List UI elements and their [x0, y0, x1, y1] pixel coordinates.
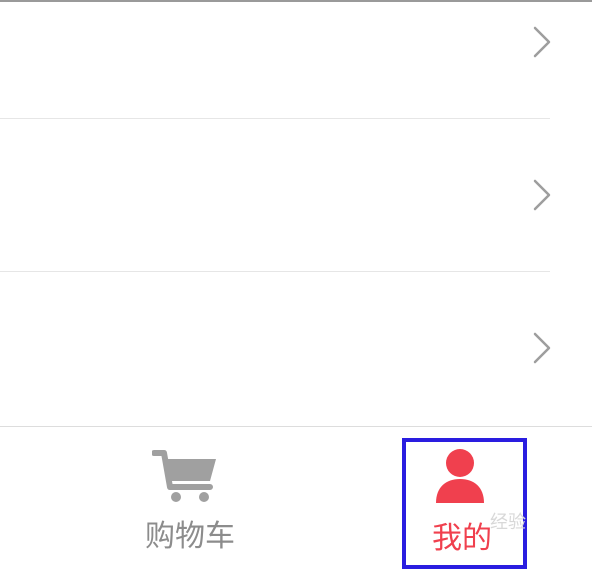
user-icon	[436, 449, 484, 503]
cart-icon	[152, 450, 216, 502]
chevron-right-icon	[533, 332, 551, 364]
chevron-right-icon	[533, 179, 551, 211]
tab-cart[interactable]: 购物车	[100, 427, 280, 572]
menu-row-2[interactable]	[0, 119, 592, 271]
tab-cart-label: 购物车	[145, 519, 235, 554]
tab-mine-label: 我的	[432, 521, 492, 556]
tab-mine[interactable]: 我的	[392, 427, 532, 572]
screen: 购物车 我的 经验	[0, 0, 592, 572]
watermark-text: 经验	[490, 512, 526, 533]
menu-row-3[interactable]	[0, 272, 592, 426]
menu-row-1[interactable]	[0, 2, 592, 118]
chevron-right-icon	[533, 26, 551, 58]
